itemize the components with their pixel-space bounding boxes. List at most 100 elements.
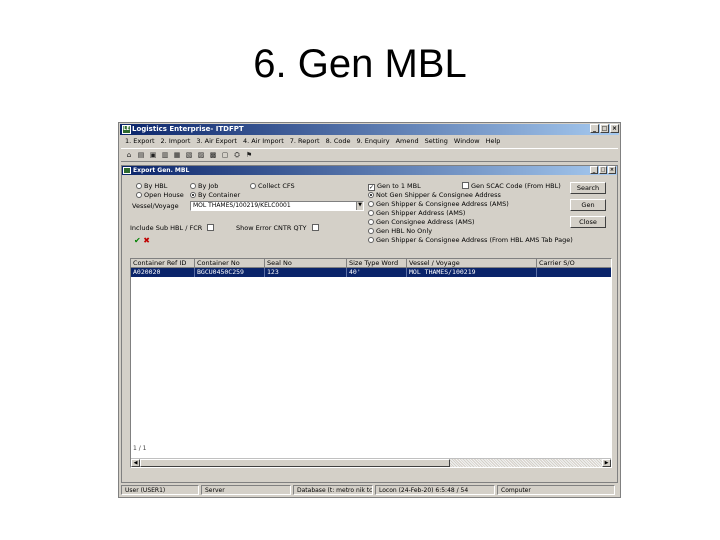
radio-by-job[interactable] — [190, 183, 196, 189]
search-button[interactable]: Search — [570, 182, 606, 194]
radio-gen-hbl-only[interactable] — [368, 228, 374, 234]
menu-amend[interactable]: Amend — [396, 136, 419, 146]
gen-scac-label: Gen SCAC Code (From HBL) — [471, 182, 561, 190]
close-button[interactable]: Close — [570, 216, 606, 228]
status-computer: Computer — [497, 485, 615, 495]
radio-by-hbl[interactable] — [136, 183, 142, 189]
option-by-container[interactable]: By Container — [190, 191, 240, 199]
new-icon[interactable]: ▥ — [160, 150, 170, 160]
find-icon[interactable]: ▧ — [184, 150, 194, 160]
cell-vessel-voyage: MOL THAMES/100219 — [407, 268, 537, 277]
col-size-type[interactable]: Size Type Word — [347, 259, 407, 267]
menu-report[interactable]: 7. Report — [290, 136, 320, 146]
chevron-down-icon[interactable]: ▼ — [356, 202, 363, 210]
vessel-select[interactable]: MOL THAMES/100219/KELC0001 ▼ — [190, 201, 364, 211]
app-titlebar: LE Logistics Enterprise- ITDFPT — [120, 124, 619, 135]
confirm-icon[interactable]: ✔ — [134, 236, 141, 245]
gen-button[interactable]: Gen — [570, 199, 606, 211]
app-logo-icon: LE — [122, 125, 131, 134]
col-carrier-so[interactable]: Carrier S/O — [537, 259, 611, 267]
close-window-button[interactable]: × — [610, 124, 619, 133]
print-icon[interactable]: ▤ — [136, 150, 146, 160]
option-by-hbl[interactable]: By HBL — [136, 182, 167, 190]
include-sub-hbl-label: Include Sub HBL / FCR — [130, 224, 203, 232]
dialog-window-controls: _ □ × — [590, 166, 616, 174]
dialog-minimize-button[interactable]: _ — [590, 166, 598, 174]
include-sub-hbl-checkbox[interactable] — [207, 224, 215, 231]
menu-enquiry[interactable]: 9. Enquiry — [357, 136, 390, 146]
scroll-right-icon[interactable]: ▶ — [602, 459, 611, 467]
radio-gen-consignee-ams[interactable] — [368, 219, 374, 225]
option-by-hbl-label: By HBL — [144, 182, 168, 190]
menu-setting[interactable]: Setting — [425, 136, 448, 146]
app-title: Logistics Enterprise- ITDFPT — [132, 125, 244, 133]
export-gen-mbl-dialog: Export Gen. MBL _ □ × By HBL By Job Coll… — [121, 165, 618, 483]
radio-by-container[interactable] — [190, 192, 196, 198]
dialog-close-button[interactable]: × — [608, 166, 616, 174]
option-by-container-label: By Container — [198, 191, 241, 199]
gen-to-1-mbl[interactable]: ✓ Gen to 1 MBL — [368, 182, 421, 191]
menu-air-export[interactable]: 3. Air Export — [196, 136, 237, 146]
gen-to-1-mbl-checkbox[interactable]: ✓ — [368, 184, 375, 191]
show-error-cntr[interactable]: Show Error CNTR QTY — [236, 224, 321, 232]
option-not-gen-shipper-label: Not Gen Shipper & Consignee Address — [376, 191, 501, 199]
maximize-button[interactable]: □ — [600, 124, 609, 133]
option-by-job-label: By Job — [198, 182, 219, 190]
cancel-icon[interactable]: ✖ — [143, 236, 150, 245]
gen-scac-checkbox[interactable] — [462, 182, 469, 189]
app-window: LE Logistics Enterprise- ITDFPT _ □ × 1.… — [118, 122, 621, 498]
menu-window[interactable]: Window — [454, 136, 480, 146]
cell-container-ref-id: A020020 — [131, 268, 195, 277]
cell-carrier-so — [537, 268, 611, 277]
container-grid[interactable]: Container Ref ID Container No Seal No Si… — [130, 258, 612, 468]
minimize-button[interactable]: _ — [590, 124, 599, 133]
menu-import[interactable]: 2. Import — [161, 136, 191, 146]
grid-tools: ✔ ✖ — [134, 236, 150, 245]
option-open-house[interactable]: Open House — [136, 191, 184, 199]
option-gen-from-hbl[interactable]: Gen Shipper & Consignee Address (From HB… — [368, 236, 573, 244]
dialog-maximize-button[interactable]: □ — [599, 166, 607, 174]
copy-icon[interactable]: ▨ — [196, 150, 206, 160]
refresh-icon[interactable]: ▢ — [220, 150, 230, 160]
scroll-left-icon[interactable]: ◀ — [131, 459, 140, 467]
menu-code[interactable]: 8. Code — [326, 136, 351, 146]
menu-air-import[interactable]: 4. Air Import — [243, 136, 284, 146]
exit-icon[interactable]: ⌂ — [124, 150, 134, 160]
tools-icon[interactable]: ⚑ — [244, 150, 254, 160]
table-row[interactable]: A020020 BGCU0450C259 123 40' MOL THAMES/… — [131, 268, 611, 277]
cell-size-type: 40' — [347, 268, 407, 277]
horizontal-scrollbar[interactable]: ◀ ▶ — [131, 458, 611, 467]
menu-export[interactable]: 1. Export — [125, 136, 155, 146]
option-collect-cfs[interactable]: Collect CFS — [250, 182, 295, 190]
include-sub-hbl[interactable]: Include Sub HBL / FCR — [130, 224, 216, 232]
radio-collect-cfs[interactable] — [250, 183, 256, 189]
dialog-title: Export Gen. MBL — [133, 167, 190, 174]
option-gen-ams[interactable]: Gen Shipper & Consignee Address (AMS) — [368, 200, 509, 208]
option-not-gen-shipper[interactable]: Not Gen Shipper & Consignee Address — [368, 191, 501, 199]
paste-icon[interactable]: ▩ — [208, 150, 218, 160]
scroll-thumb[interactable] — [140, 459, 450, 467]
binoculars-icon[interactable]: ⛭ — [232, 150, 242, 160]
delete-icon[interactable]: ▦ — [172, 150, 182, 160]
radio-open-house[interactable] — [136, 192, 142, 198]
col-container-no[interactable]: Container No — [195, 259, 265, 267]
option-gen-consignee-ams[interactable]: Gen Consignee Address (AMS) — [368, 218, 475, 226]
save-icon[interactable]: ▣ — [148, 150, 158, 160]
radio-gen-ams[interactable] — [368, 201, 374, 207]
col-seal-no[interactable]: Seal No — [265, 259, 347, 267]
status-user: User (USER1) — [121, 485, 199, 495]
radio-gen-shipper-ams[interactable] — [368, 210, 374, 216]
option-gen-consignee-ams-label: Gen Consignee Address (AMS) — [376, 218, 475, 226]
gen-scac[interactable]: Gen SCAC Code (From HBL) — [462, 182, 561, 190]
radio-gen-from-hbl[interactable] — [368, 237, 374, 243]
option-by-job[interactable]: By Job — [190, 182, 218, 190]
vessel-label: Vessel/Voyage — [132, 202, 179, 210]
option-gen-hbl-only[interactable]: Gen HBL No Only — [368, 227, 432, 235]
col-vessel-voyage[interactable]: Vessel / Voyage — [407, 259, 537, 267]
record-pager: 1 / 1 — [133, 445, 147, 452]
menu-help[interactable]: Help — [486, 136, 501, 146]
option-gen-shipper-ams[interactable]: Gen Shipper Address (AMS) — [368, 209, 465, 217]
show-error-cntr-checkbox[interactable] — [311, 224, 319, 231]
radio-not-gen-shipper[interactable] — [368, 192, 374, 198]
col-container-ref-id[interactable]: Container Ref ID — [131, 259, 195, 267]
